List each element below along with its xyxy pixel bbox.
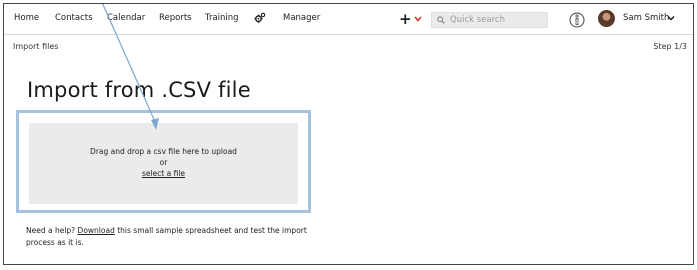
help-text: Need a help? Download this small sample … [26, 225, 316, 249]
app-window: Home Contacts Calendar Reports Training … [3, 3, 694, 265]
user-menu-chevron-icon[interactable] [667, 14, 675, 22]
search-input[interactable] [450, 15, 540, 25]
nav-contacts[interactable]: Contacts [55, 13, 93, 23]
dropzone-instruction: Drag and drop a csv file here to upload [90, 147, 237, 156]
nav-reports[interactable]: Reports [159, 13, 192, 23]
settings-gears-icon[interactable] [254, 12, 266, 24]
select-file-link[interactable]: select a file [142, 168, 185, 179]
quick-search[interactable] [431, 12, 548, 28]
chevron-down-icon [413, 16, 422, 22]
dropzone-or: or [159, 158, 168, 167]
step-indicator: Step 1/3 [653, 42, 687, 51]
help-prefix: Need a help? [26, 226, 78, 235]
plus-icon: + [399, 9, 412, 28]
download-link[interactable]: Download [78, 226, 115, 235]
top-navigation: Home Contacts Calendar Reports Training … [4, 4, 693, 35]
page-title: Import from .CSV file [27, 78, 251, 102]
nav-training[interactable]: Training [205, 13, 239, 23]
quick-add-button[interactable]: + [399, 10, 422, 28]
dropzone-highlight: Drag and drop a csv file here to upload … [16, 110, 311, 213]
avatar[interactable] [598, 10, 615, 27]
sub-header: Import files Step 1/3 [4, 36, 693, 56]
user-name[interactable]: Sam Smith [623, 13, 669, 23]
nav-calendar[interactable]: Calendar [107, 13, 145, 23]
file-dropzone[interactable]: Drag and drop a csv file here to upload … [29, 123, 298, 204]
nav-manager[interactable]: Manager [283, 13, 320, 23]
breadcrumb: Import files [13, 42, 59, 51]
info-icon[interactable] [569, 12, 585, 28]
search-icon [437, 16, 445, 24]
nav-home[interactable]: Home [14, 13, 39, 23]
